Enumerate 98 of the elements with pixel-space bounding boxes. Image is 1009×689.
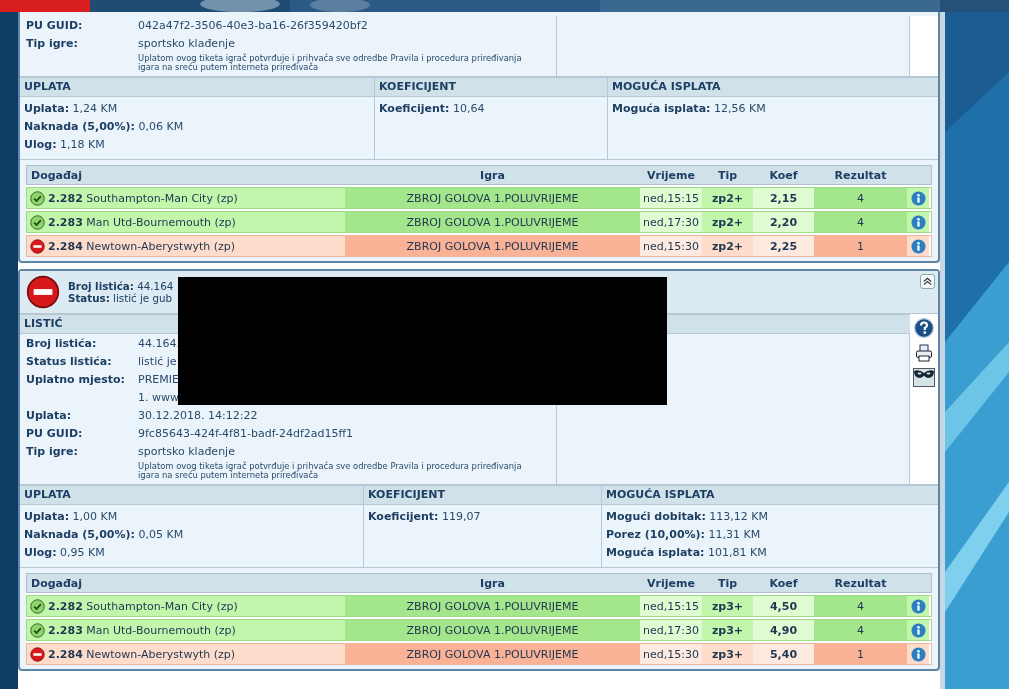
event-name: 2.282 Southampton-Man City (zp) bbox=[48, 191, 238, 205]
section-title: KOEFICIJENT bbox=[375, 77, 607, 97]
table-cell: ZBROJ GOLOVA 1.POLUVRIJEME bbox=[345, 236, 640, 256]
field-label: Tip igre: bbox=[26, 444, 79, 458]
info-icon[interactable] bbox=[910, 622, 926, 638]
mask-icon[interactable] bbox=[913, 368, 935, 387]
field-label: Status listića: bbox=[26, 354, 113, 368]
field-label: Broj listića: bbox=[26, 336, 98, 350]
field-label: Uplatno mjesto: bbox=[26, 372, 126, 386]
info-icon[interactable] bbox=[910, 646, 926, 662]
table-cell: 4 bbox=[814, 620, 907, 640]
amount-line: Uplata: 1,00 KM bbox=[24, 508, 119, 525]
event-name: 2.282 Southampton-Man City (zp) bbox=[48, 599, 238, 613]
table-cell: ZBROJ GOLOVA 1.POLUVRIJEME bbox=[345, 620, 640, 640]
section-title: KOEFICIJENT bbox=[364, 485, 601, 505]
column-header: Vrijeme bbox=[646, 168, 696, 182]
field-value: 1. www bbox=[138, 390, 179, 404]
help-icon[interactable] bbox=[914, 318, 934, 338]
field-value: 042a47f2-3506-40e3-ba16-26f359420bf2 bbox=[138, 18, 368, 32]
amount-line: Mogući dobitak: 113,12 KM bbox=[606, 508, 769, 525]
field-value: 9fc85643-424f-4f81-badf-24df2ad15ff1 bbox=[138, 426, 354, 440]
amount-line: Moguća isplata: 101,81 KM bbox=[606, 544, 768, 561]
table-cell: ZBROJ GOLOVA 1.POLUVRIJEME bbox=[345, 644, 640, 664]
column-header: Događaj bbox=[30, 168, 84, 182]
column-header: Događaj bbox=[30, 576, 84, 590]
table-cell: ZBROJ GOLOVA 1.POLUVRIJEME bbox=[345, 188, 640, 208]
event-name: 2.284 Newtown-Aberystwyth (zp) bbox=[48, 647, 235, 661]
amount-line: Naknada (5,00%): 0,05 KM bbox=[24, 526, 185, 543]
ticket-summary-line: Broj listića: 44.164 bbox=[68, 280, 174, 292]
table-cell: 1 bbox=[814, 236, 907, 256]
table-cell: 1 bbox=[814, 644, 907, 664]
info-icon[interactable] bbox=[910, 214, 926, 230]
amount-line: Uplata: 1,24 KM bbox=[24, 100, 119, 117]
column-header: Koef bbox=[768, 576, 799, 590]
amount-line: Moguća isplata: 12,56 KM bbox=[612, 100, 767, 117]
column-header: Koef bbox=[768, 168, 799, 182]
table-cell: zp3+ bbox=[702, 596, 753, 616]
event-name: 2.284 Newtown-Aberystwyth (zp) bbox=[48, 239, 235, 253]
column-header: Rezultat bbox=[833, 168, 888, 182]
info-icon[interactable] bbox=[910, 598, 926, 614]
field-value: sportsko klađenje bbox=[138, 444, 235, 458]
table-cell: ned,17:30 bbox=[640, 620, 702, 640]
disclaimer-text: Uplatom ovog tiketa igrač potvrđuje i prihvaća sve odredbe Pravila i procedura priređivanja igara na sreću putem interneta priređivača bbox=[138, 460, 523, 480]
field-label: PU GUID: bbox=[26, 426, 84, 440]
field-label: PU GUID: bbox=[26, 18, 84, 32]
table-cell: 4 bbox=[814, 188, 907, 208]
collapse-button[interactable] bbox=[920, 274, 935, 289]
chevrons-up-icon bbox=[922, 276, 933, 287]
table-cell: 2,15 bbox=[753, 188, 814, 208]
column-header: Igra bbox=[479, 576, 506, 590]
table-cell: ned,15:30 bbox=[640, 236, 702, 256]
amount-line: Porez (10,00%): 11,31 KM bbox=[606, 526, 762, 543]
section-title: MOGUĆA ISPLATA bbox=[602, 485, 938, 505]
section-title: UPLATA bbox=[20, 485, 363, 505]
event-name: 2.283 Man Utd-Bournemouth (zp) bbox=[48, 215, 236, 229]
amount-line: Koeficijent: 10,64 bbox=[379, 100, 486, 117]
table-cell: ned,15:30 bbox=[640, 644, 702, 664]
table-cell: 4,50 bbox=[753, 596, 814, 616]
section-title: MOGUĆA ISPLATA bbox=[608, 77, 938, 97]
column-header: Tip bbox=[716, 168, 739, 182]
table-cell: 4 bbox=[814, 212, 907, 232]
table-cell: 5,40 bbox=[753, 644, 814, 664]
event-name: 2.283 Man Utd-Bournemouth (zp) bbox=[48, 623, 236, 637]
field-value: PREMIE bbox=[138, 372, 179, 386]
table-cell: 2,20 bbox=[753, 212, 814, 232]
table-cell: zp3+ bbox=[702, 644, 753, 664]
table-cell: zp3+ bbox=[702, 620, 753, 640]
table-cell: ZBROJ GOLOVA 1.POLUVRIJEME bbox=[345, 212, 640, 232]
column-header: Igra bbox=[479, 168, 506, 182]
ticket-summary-line: Status: listić je gub bbox=[68, 292, 174, 304]
amount-line: Ulog: 1,18 KM bbox=[24, 136, 106, 153]
field-value: sportsko klađenje bbox=[138, 36, 235, 50]
table-cell: zp2+ bbox=[702, 188, 753, 208]
info-icon[interactable] bbox=[910, 238, 926, 254]
table-cell: 2,25 bbox=[753, 236, 814, 256]
printer-icon[interactable] bbox=[915, 344, 933, 362]
amount-line: Ulog: 0,95 KM bbox=[24, 544, 106, 561]
table-cell: zp2+ bbox=[702, 236, 753, 256]
table-cell: ned,15:15 bbox=[640, 596, 702, 616]
field-value: listić je bbox=[138, 354, 177, 368]
field-label: Tip igre: bbox=[26, 36, 79, 50]
table-cell: 4 bbox=[814, 596, 907, 616]
column-header: Vrijeme bbox=[646, 576, 696, 590]
table-cell: ned,15:15 bbox=[640, 188, 702, 208]
amount-line: Naknada (5,00%): 0,06 KM bbox=[24, 118, 185, 135]
field-value: 44.164. bbox=[138, 336, 180, 350]
table-cell: 4,90 bbox=[753, 620, 814, 640]
section-title: UPLATA bbox=[20, 77, 374, 97]
field-label: Uplata: bbox=[26, 408, 73, 422]
disclaimer-text: Uplatom ovog tiketa igrač potvrđuje i prihvaća sve odredbe Pravila i procedura priređivanja igara na sreću putem interneta priređivača bbox=[138, 52, 523, 72]
table-cell: ned,17:30 bbox=[640, 212, 702, 232]
field-value: 30.12.2018. 14:12:22 bbox=[138, 408, 258, 422]
info-icon[interactable] bbox=[910, 190, 926, 206]
column-header: Rezultat bbox=[833, 576, 888, 590]
amount-line: Koeficijent: 119,07 bbox=[368, 508, 482, 525]
table-cell: zp2+ bbox=[702, 212, 753, 232]
table-cell: ZBROJ GOLOVA 1.POLUVRIJEME bbox=[345, 596, 640, 616]
column-header: Tip bbox=[716, 576, 739, 590]
